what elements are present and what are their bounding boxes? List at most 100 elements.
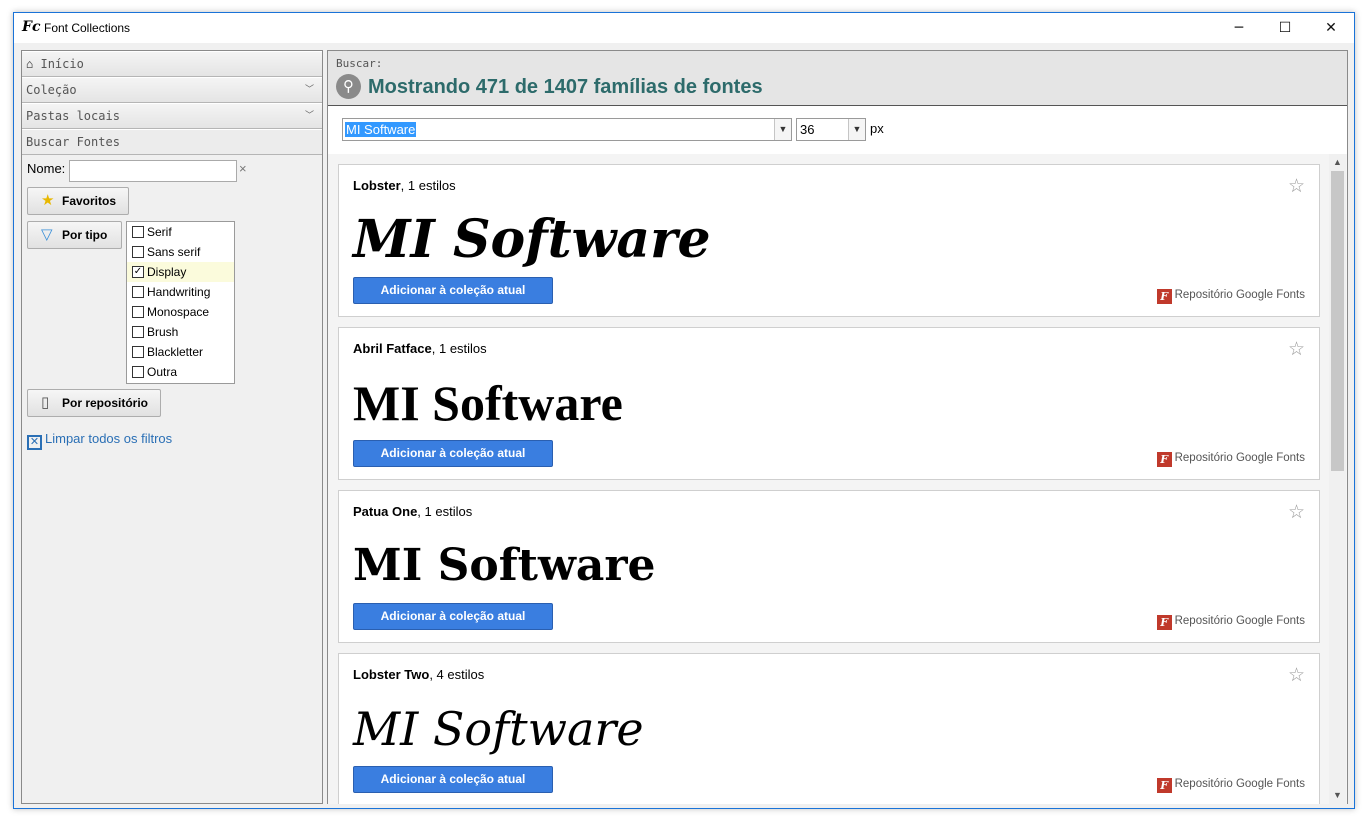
checkbox[interactable] bbox=[132, 226, 144, 238]
type-label: Blackletter bbox=[147, 345, 204, 359]
font-style-count: , 1 estilos bbox=[417, 504, 473, 519]
type-option-display[interactable]: ✓ Display bbox=[127, 262, 234, 282]
name-label: Nome: bbox=[27, 161, 66, 176]
scroll-down-icon[interactable]: ▼ bbox=[1329, 787, 1346, 804]
favorites-label: Favoritos bbox=[62, 194, 117, 208]
accordion-label: Coleção bbox=[26, 83, 77, 97]
font-sample: MI Software bbox=[353, 209, 711, 270]
chevron-down-icon: ﹀ bbox=[304, 85, 314, 95]
add-to-collection-button[interactable]: Adicionar à coleção atual bbox=[353, 440, 553, 467]
type-filter-list: Serif Sans serif ✓ Display Handwriting Mo… bbox=[126, 221, 235, 384]
results-summary: Mostrando 471 de 1407 famílias de fontes bbox=[368, 76, 763, 98]
vertical-scrollbar[interactable]: ▲ ▼ bbox=[1329, 154, 1346, 804]
favorite-star-icon[interactable]: ☆ bbox=[1288, 501, 1305, 524]
checkbox[interactable] bbox=[132, 326, 144, 338]
accordion-collection[interactable]: Coleção ﹀ bbox=[22, 77, 322, 103]
clear-box-icon: ✕ bbox=[27, 435, 42, 450]
font-results-list: Lobster, 1 estilos ☆ MI Software Adicion… bbox=[328, 154, 1347, 804]
repository-label: Repositório Google Fonts bbox=[1174, 778, 1305, 790]
type-option-blackletter[interactable]: Blackletter bbox=[127, 342, 234, 362]
font-size-combobox[interactable]: 36 ▼ bbox=[796, 118, 866, 141]
font-card-title: Lobster, 1 estilos bbox=[353, 178, 456, 193]
favorite-star-icon[interactable]: ☆ bbox=[1288, 338, 1305, 361]
minimize-button[interactable]: ─ bbox=[1216, 13, 1262, 43]
main-panel: Buscar: ⚲ Mostrando 471 de 1407 famílias… bbox=[327, 50, 1348, 804]
favorite-star-icon[interactable]: ☆ bbox=[1288, 175, 1305, 198]
window-title: Font Collections bbox=[44, 21, 131, 35]
home-icon: ⌂ bbox=[26, 57, 34, 71]
add-to-collection-button[interactable]: Adicionar à coleção atual bbox=[353, 766, 553, 793]
type-label: Brush bbox=[147, 325, 179, 339]
font-card-title: Patua One, 1 estilos bbox=[353, 504, 472, 519]
add-to-collection-button[interactable]: Adicionar à coleção atual bbox=[353, 277, 553, 304]
app-window: Fc Font Collections ─ ☐ ✕ ⌂ Início Coleç… bbox=[13, 12, 1355, 809]
google-fonts-icon: F bbox=[1156, 289, 1172, 304]
clear-all-label: Limpar todos os filtros bbox=[45, 431, 173, 446]
close-button[interactable]: ✕ bbox=[1308, 13, 1354, 43]
font-card: Abril Fatface, 1 estilos ☆ MI Software A… bbox=[338, 327, 1320, 480]
checkbox[interactable] bbox=[132, 366, 144, 378]
filter-icon: ▽ bbox=[41, 226, 53, 243]
repository-label: Repositório Google Fonts bbox=[1174, 452, 1305, 464]
type-option-handwriting[interactable]: Handwriting bbox=[127, 282, 234, 302]
search-label: Buscar: bbox=[336, 57, 383, 70]
checkbox[interactable] bbox=[132, 346, 144, 358]
clear-all-filters-link[interactable]: ✕ Limpar todos os filtros bbox=[27, 431, 172, 450]
font-card: Lobster, 1 estilos ☆ MI Software Adicion… bbox=[338, 164, 1320, 317]
search-icon: ⚲ bbox=[336, 74, 361, 99]
font-family-name: Lobster bbox=[353, 178, 401, 193]
repository-label: Repositório Google Fonts bbox=[1174, 615, 1305, 627]
repository-source: F Repositório Google Fonts bbox=[1156, 615, 1305, 630]
type-label: Sans serif bbox=[147, 245, 201, 259]
google-fonts-icon: F bbox=[1156, 778, 1172, 793]
font-sample: MI Software bbox=[353, 702, 644, 756]
add-to-collection-button[interactable]: Adicionar à coleção atual bbox=[353, 603, 553, 630]
by-type-label: Por tipo bbox=[62, 228, 108, 242]
font-style-count: , 1 estilos bbox=[431, 341, 487, 356]
type-label: Handwriting bbox=[147, 285, 211, 299]
font-card: Patua One, 1 estilos ☆ MI Software Adici… bbox=[338, 490, 1320, 643]
chevron-down-icon[interactable]: ▼ bbox=[848, 119, 865, 140]
type-option-serif[interactable]: Serif bbox=[127, 222, 234, 242]
type-option-brush[interactable]: Brush bbox=[127, 322, 234, 342]
sample-text-value[interactable]: MI Software bbox=[345, 122, 417, 137]
font-size-value[interactable]: 36 bbox=[800, 122, 814, 137]
app-logo-icon: Fc bbox=[22, 19, 41, 35]
chevron-down-icon[interactable]: ▼ bbox=[774, 119, 791, 140]
accordion-label: Início bbox=[40, 57, 84, 71]
checkbox[interactable] bbox=[132, 246, 144, 258]
sidebar: ⌂ Início Coleção ﹀ Pastas locais ﹀ Busca… bbox=[21, 50, 323, 804]
maximize-button[interactable]: ☐ bbox=[1262, 13, 1308, 43]
checkbox[interactable] bbox=[132, 286, 144, 298]
scrollbar-thumb[interactable] bbox=[1331, 171, 1344, 471]
font-sample: MI Software bbox=[353, 540, 656, 591]
type-option-other[interactable]: Outra bbox=[127, 362, 234, 382]
accordion-home[interactable]: ⌂ Início bbox=[22, 51, 322, 77]
repository-label: Repositório Google Fonts bbox=[1174, 289, 1305, 301]
sample-text-combobox[interactable]: MI Software ▼ bbox=[342, 118, 792, 141]
accordion-label: Pastas locais bbox=[26, 109, 120, 123]
by-repository-button[interactable]: ▯ Por repositório bbox=[27, 389, 161, 417]
by-repository-label: Por repositório bbox=[62, 396, 149, 410]
chevron-down-icon: ﹀ bbox=[304, 111, 314, 121]
favorites-button[interactable]: ★ Favoritos bbox=[27, 187, 129, 215]
favorite-star-icon[interactable]: ☆ bbox=[1288, 664, 1305, 687]
font-family-name: Abril Fatface bbox=[353, 341, 432, 356]
type-option-monospace[interactable]: Monospace bbox=[127, 302, 234, 322]
checkbox[interactable] bbox=[132, 306, 144, 318]
checkbox-checked[interactable]: ✓ bbox=[132, 266, 144, 278]
type-option-sans-serif[interactable]: Sans serif bbox=[127, 242, 234, 262]
clear-name-icon[interactable]: × bbox=[239, 161, 247, 176]
font-family-name: Patua One bbox=[353, 504, 418, 519]
star-icon: ★ bbox=[41, 192, 55, 209]
font-card: Lobster Two, 4 estilos ☆ MI Software Adi… bbox=[338, 653, 1320, 804]
repository-source: F Repositório Google Fonts bbox=[1156, 289, 1305, 304]
repository-icon: ▯ bbox=[41, 394, 50, 411]
accordion-search-fonts[interactable]: Buscar Fontes bbox=[22, 129, 322, 155]
type-label: Serif bbox=[147, 225, 172, 239]
name-input[interactable] bbox=[69, 160, 237, 182]
search-header: Buscar: ⚲ Mostrando 471 de 1407 famílias… bbox=[328, 51, 1347, 106]
scroll-up-icon[interactable]: ▲ bbox=[1329, 154, 1346, 171]
by-type-button[interactable]: ▽ Por tipo bbox=[27, 221, 122, 249]
accordion-local-folders[interactable]: Pastas locais ﹀ bbox=[22, 103, 322, 129]
